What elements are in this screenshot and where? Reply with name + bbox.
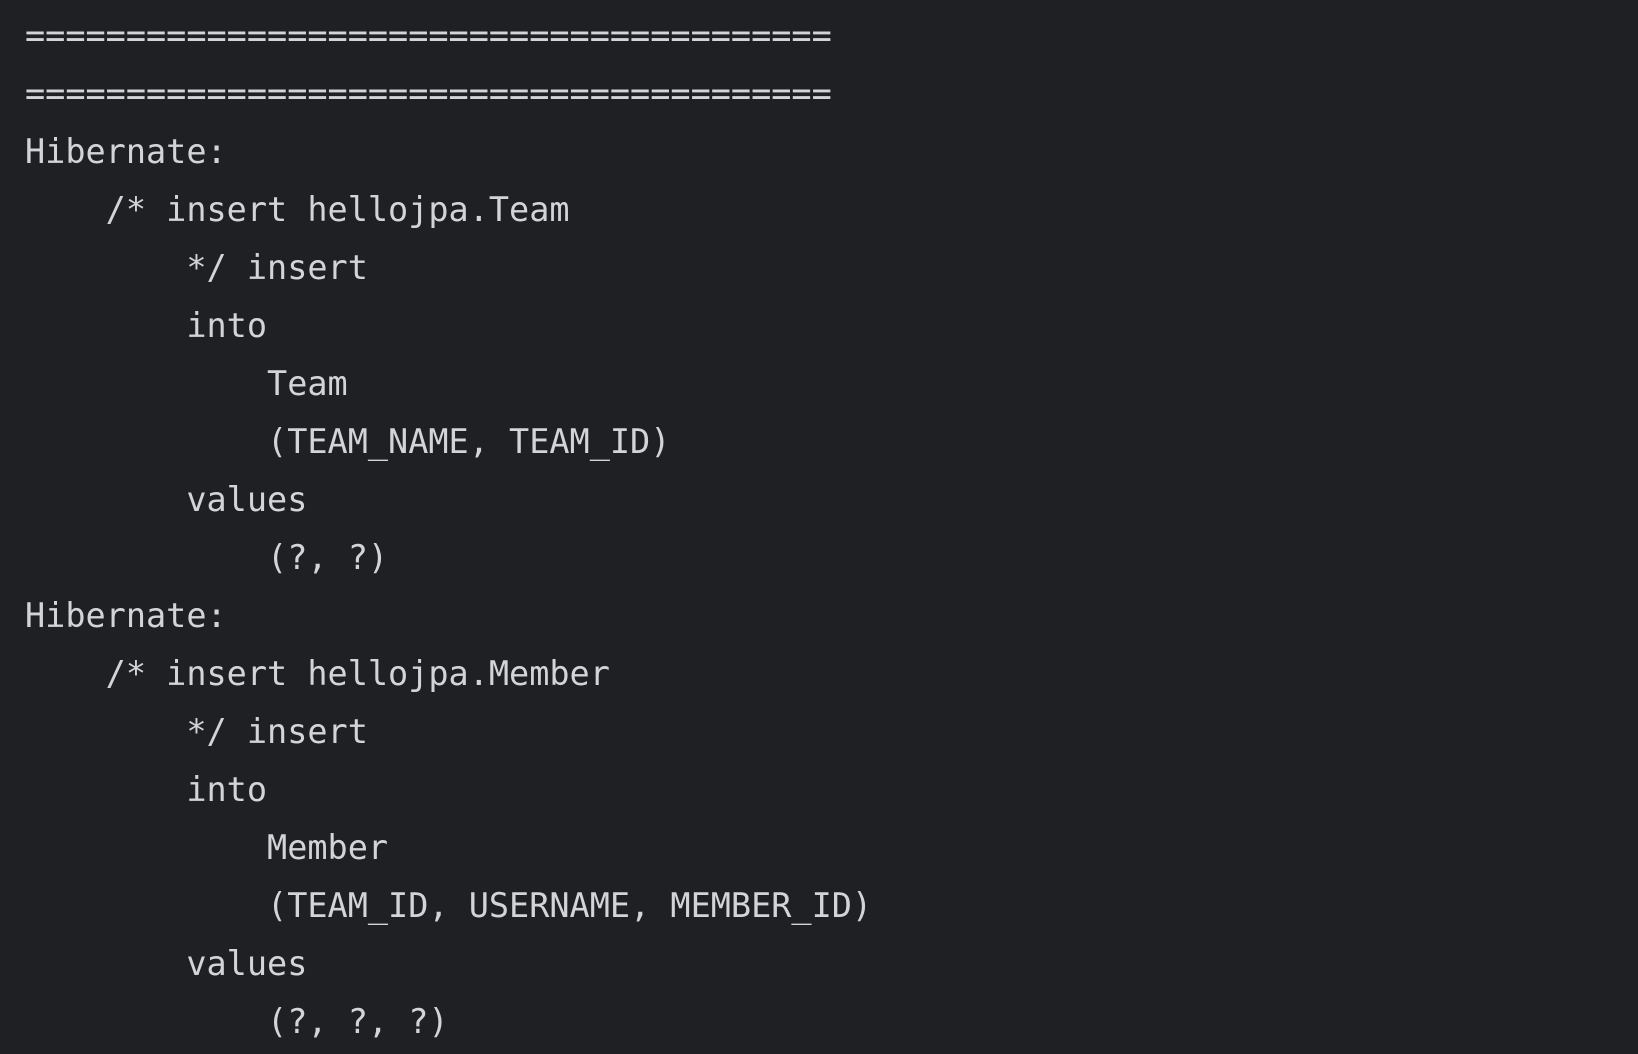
log-line: */ insert: [25, 248, 389, 287]
log-line: values: [25, 944, 308, 983]
log-line: Hibernate:: [25, 132, 247, 171]
log-line: /* insert hellojpa.Team: [25, 190, 570, 229]
log-line: Member: [25, 828, 389, 867]
log-line: */ insert: [25, 712, 389, 751]
log-line: Hibernate:: [25, 596, 247, 635]
log-line: (?, ?, ?): [25, 1002, 449, 1041]
log-line: (TEAM_ID, USERNAME, MEMBER_ID): [25, 886, 893, 925]
log-line: into: [25, 306, 268, 345]
log-line: into: [25, 770, 268, 809]
log-line: (?, ?): [25, 538, 389, 577]
log-line: values: [25, 480, 308, 519]
log-line: Team: [25, 364, 348, 403]
separator-line: ========================================: [25, 74, 832, 113]
log-line: (TEAM_NAME, TEAM_ID): [25, 422, 691, 461]
log-line: /* insert hellojpa.Member: [25, 654, 610, 693]
console-output: ========================================…: [0, 0, 1638, 1054]
separator-line: ========================================: [25, 16, 832, 55]
